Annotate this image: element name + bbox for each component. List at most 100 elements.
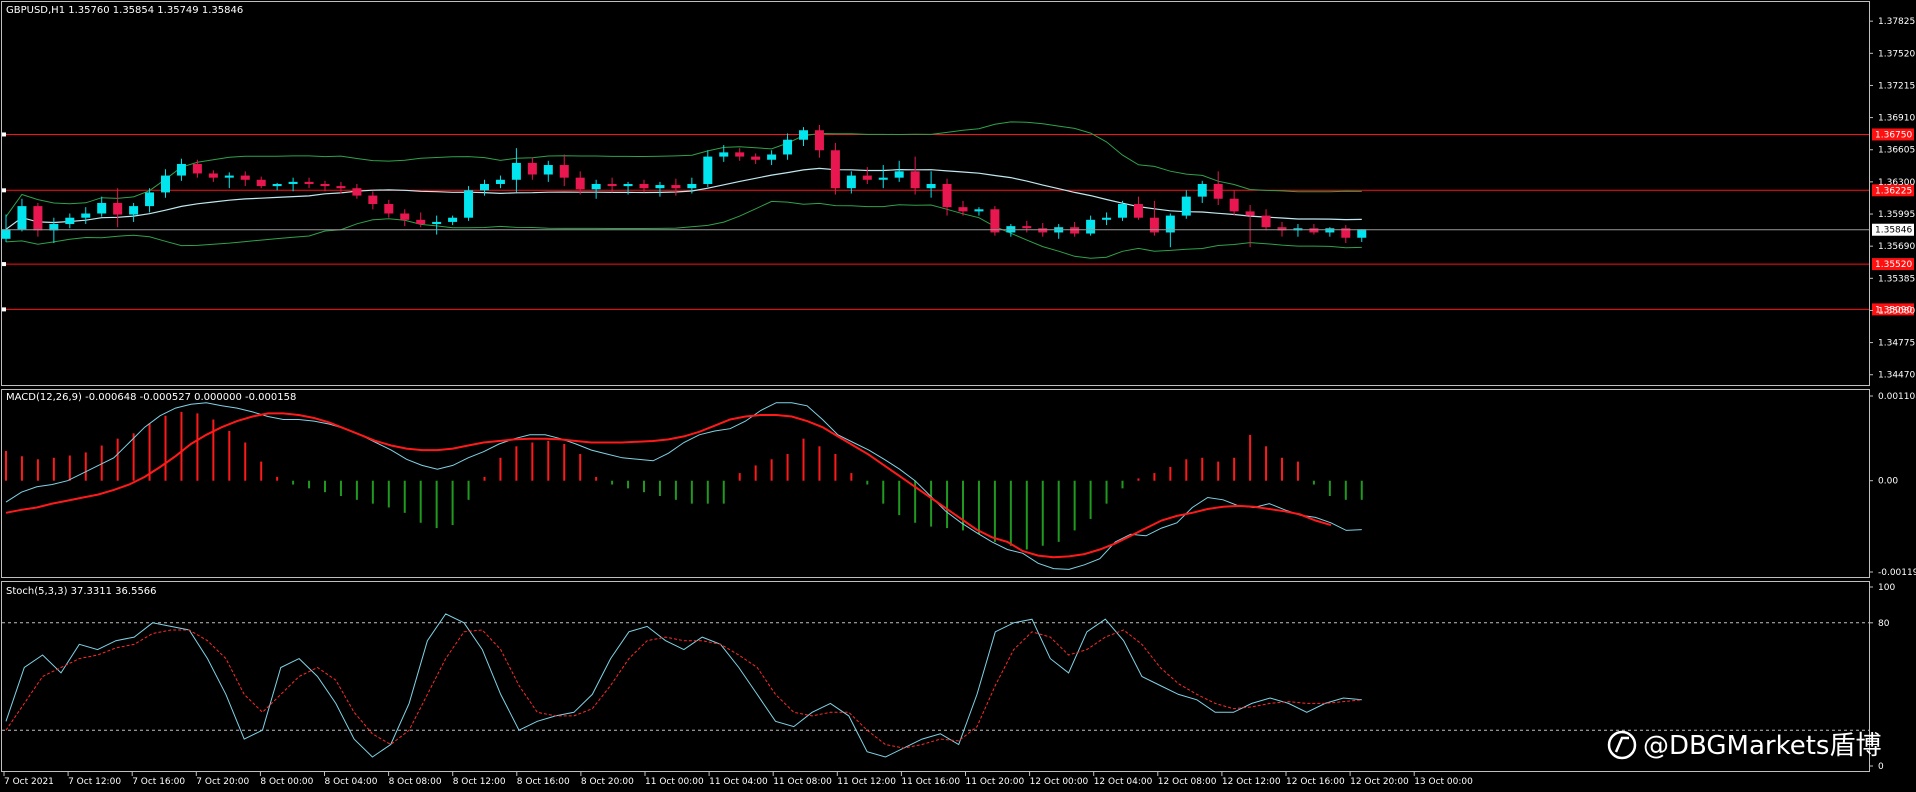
candle-body xyxy=(1102,217,1112,220)
candle-body xyxy=(543,165,553,175)
candle-body xyxy=(288,181,298,184)
candle-body xyxy=(1245,211,1255,216)
candle-body xyxy=(703,156,713,184)
time-tick-label: 11 Oct 12:00 xyxy=(837,777,896,787)
candle-body xyxy=(448,217,458,222)
candle-body xyxy=(846,175,856,189)
candle-body xyxy=(511,162,521,180)
macd-tick-label: 0.001108 xyxy=(1878,392,1916,402)
mt4-chart-window[interactable]: 1.367501.362251.355201.35090 1.378251.37… xyxy=(0,0,1916,792)
candle-body xyxy=(416,219,426,225)
price-tick-label: 1.35080 xyxy=(1878,306,1915,316)
time-tick-label: 7 Oct 2021 xyxy=(4,777,54,787)
candle-body xyxy=(304,181,314,184)
candle-body xyxy=(719,152,729,157)
candle-body xyxy=(958,207,968,212)
watermark-text: @DBGMarkets盾博 xyxy=(1643,731,1881,761)
price-tick-label: 1.36605 xyxy=(1878,146,1915,156)
candle-body xyxy=(176,163,186,176)
level-anchor xyxy=(2,132,6,137)
price-tick-label: 1.35385 xyxy=(1878,274,1915,284)
candle-body xyxy=(464,190,474,218)
candle-body xyxy=(910,171,920,189)
level-anchor xyxy=(2,188,6,193)
candle-body xyxy=(1086,219,1096,234)
macd-tick-label: -0.001194 xyxy=(1878,568,1916,578)
candle-body xyxy=(1149,217,1159,233)
time-tick-label: 8 Oct 20:00 xyxy=(581,777,634,787)
candle-body xyxy=(1213,183,1223,199)
candle-body xyxy=(224,175,234,178)
candle-body xyxy=(17,206,27,230)
candle-body xyxy=(336,186,346,189)
candle-body xyxy=(783,139,793,155)
candle-body xyxy=(208,173,218,178)
time-tick-label: 7 Oct 12:00 xyxy=(68,777,121,787)
level-anchor xyxy=(2,307,6,312)
candle-body xyxy=(1070,227,1080,234)
time-tick-label: 13 Oct 00:00 xyxy=(1414,777,1473,787)
candle-body xyxy=(352,188,362,196)
watermark: @DBGMarkets盾博 xyxy=(1607,730,1881,761)
candle-body xyxy=(751,156,761,160)
candle-body xyxy=(974,209,984,212)
candle-body xyxy=(1325,228,1335,233)
time-tick-label: 12 Oct 00:00 xyxy=(1030,777,1089,787)
time-tick-label: 11 Oct 04:00 xyxy=(709,777,768,787)
candle-body xyxy=(320,183,330,187)
time-tick-label: 8 Oct 08:00 xyxy=(389,777,442,787)
candle-body xyxy=(1022,226,1032,229)
candle-body xyxy=(240,175,250,180)
candle-body xyxy=(926,183,936,189)
candle-body xyxy=(1261,215,1271,228)
time-tick-label: 8 Oct 12:00 xyxy=(453,777,506,787)
current-price-label: 1.35846 xyxy=(1875,226,1912,236)
price-tick-label: 1.37520 xyxy=(1878,49,1915,59)
candle-body xyxy=(527,162,537,175)
time-tick-label: 8 Oct 00:00 xyxy=(260,777,313,787)
price-tick-label: 1.34775 xyxy=(1878,339,1915,349)
stoch-tick-label: 0 xyxy=(1878,762,1884,772)
candle-body xyxy=(256,179,266,187)
time-tick-label: 7 Oct 16:00 xyxy=(132,777,185,787)
time-tick-label: 11 Oct 00:00 xyxy=(645,777,704,787)
candle-body xyxy=(862,175,872,180)
level-tag-label: 1.36750 xyxy=(1875,130,1912,140)
candle-body xyxy=(591,183,601,190)
stoch-header: Stoch(5,3,3) 37.3311 36.5566 xyxy=(6,586,157,597)
candle-body xyxy=(1229,198,1239,212)
price-tick-label: 1.36300 xyxy=(1878,178,1915,188)
candle-body xyxy=(1038,228,1048,233)
candle-body xyxy=(97,202,107,214)
candle-body xyxy=(687,183,697,189)
time-tick-label: 11 Oct 08:00 xyxy=(773,777,832,787)
candle-body xyxy=(1133,204,1143,218)
time-tick-label: 7 Oct 20:00 xyxy=(196,777,249,787)
candle-body xyxy=(145,192,155,207)
candle-body xyxy=(1197,183,1207,197)
candle-body xyxy=(830,150,840,189)
candle-body xyxy=(990,209,1000,233)
candle-body xyxy=(113,202,123,215)
candle-body xyxy=(1357,229,1367,238)
price-tick-label: 1.37825 xyxy=(1878,17,1915,27)
candle-body xyxy=(368,195,378,205)
candle-body xyxy=(814,130,824,151)
candle-body xyxy=(33,206,43,231)
time-tick-label: 11 Oct 20:00 xyxy=(966,777,1025,787)
candle-body xyxy=(81,213,91,218)
candle-body xyxy=(607,183,617,187)
price-tick-label: 1.37215 xyxy=(1878,81,1915,91)
candle-body xyxy=(1181,196,1191,216)
time-tick-label: 8 Oct 04:00 xyxy=(325,777,378,787)
candle-body xyxy=(129,206,139,215)
candle-body xyxy=(623,183,633,187)
candle-body xyxy=(1118,204,1127,218)
candle-body xyxy=(400,213,410,220)
time-tick-label: 12 Oct 16:00 xyxy=(1286,777,1345,787)
time-tick-label: 8 Oct 16:00 xyxy=(517,777,570,787)
candle-body xyxy=(655,185,665,189)
macd-tick-label: 0.00 xyxy=(1878,477,1898,487)
candle-body xyxy=(671,185,681,189)
time-tick-label: 12 Oct 08:00 xyxy=(1158,777,1217,787)
